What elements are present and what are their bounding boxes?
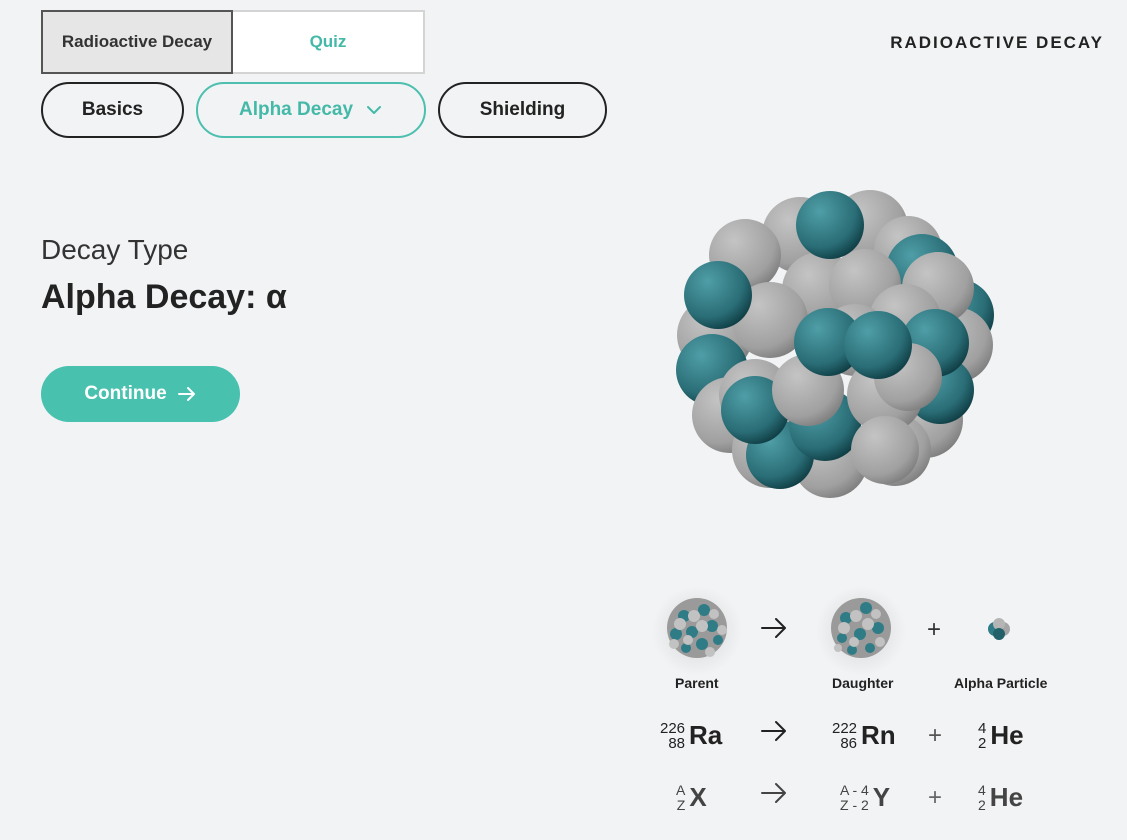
parent-caption: Parent (675, 675, 719, 691)
plus-sign: + (928, 722, 943, 749)
app-title: RADIOACTIVE DECAY (890, 33, 1104, 52)
top-tabbar: Radioactive Decay Quiz (41, 10, 425, 74)
basics-label: Basics (81, 99, 144, 120)
atomic-number: 86 (840, 734, 858, 752)
generic-daughter-isotope: A - 4Z - 2 Y (840, 782, 890, 813)
plus-sign: + (927, 616, 942, 643)
atomic-number: Z (676, 796, 686, 813)
continue-button[interactable]: Continue (41, 366, 240, 422)
parent-nucleus-icon (652, 586, 742, 676)
shielding-label: Shielding (479, 99, 566, 120)
daughter-caption: Daughter (832, 675, 894, 691)
mass-number: A - 4 (840, 781, 869, 798)
mass-number: 4 (978, 719, 987, 737)
mass-number: 222 (832, 719, 858, 737)
radium-isotope: 226 88 Ra (660, 720, 722, 751)
nucleus-illustration (676, 190, 994, 498)
tab-quiz[interactable]: Quiz (233, 10, 425, 74)
mass-number: 226 (660, 719, 686, 737)
atomic-number: 2 (978, 734, 987, 752)
basics-button[interactable]: Basics (41, 82, 184, 138)
shielding-button[interactable]: Shielding (438, 82, 607, 138)
generic-parent-isotope: AZ X (676, 782, 707, 813)
alpha-particle-caption: Alpha Particle (954, 675, 1048, 691)
alpha-particle-icon (988, 618, 1010, 640)
atomic-number: 88 (668, 734, 686, 752)
radon-isotope: 222 86 Rn (832, 720, 896, 751)
helium-isotope: 42 He (978, 720, 1024, 751)
mass-number: A (676, 781, 686, 798)
mass-number: 4 (978, 781, 986, 798)
alpha-decay-dropdown[interactable]: Alpha Decay (196, 82, 426, 138)
element-symbol: Rn (861, 720, 896, 750)
element-symbol: Ra (689, 720, 723, 750)
generic-helium-isotope: 42 He (978, 782, 1023, 813)
right-arrow-icon (177, 387, 195, 401)
plus-sign: + (928, 784, 943, 811)
decay-type-label: Decay Type (41, 234, 189, 265)
right-arrow-icon (761, 783, 786, 803)
tab-radioactive-decay[interactable]: Radioactive Decay (41, 10, 233, 74)
chevron-down-icon (367, 106, 382, 114)
daughter-nucleus-icon (816, 586, 906, 676)
atomic-number: 2 (978, 796, 986, 813)
element-symbol: Y (872, 782, 891, 812)
alpha-decay-label: Alpha Decay (238, 99, 354, 120)
element-symbol: He (989, 782, 1024, 812)
element-symbol: X (689, 782, 707, 812)
element-symbol: He (990, 720, 1024, 750)
right-arrow-icon (761, 618, 786, 638)
atomic-number: Z - 2 (840, 796, 869, 813)
decay-type-title: Alpha Decay: α (41, 278, 287, 316)
alpha-decay-equation: + Parent Daughter Alpha Particle 226 88 R… (640, 580, 1080, 830)
right-arrow-icon (761, 721, 786, 741)
continue-label: Continue (84, 383, 167, 404)
